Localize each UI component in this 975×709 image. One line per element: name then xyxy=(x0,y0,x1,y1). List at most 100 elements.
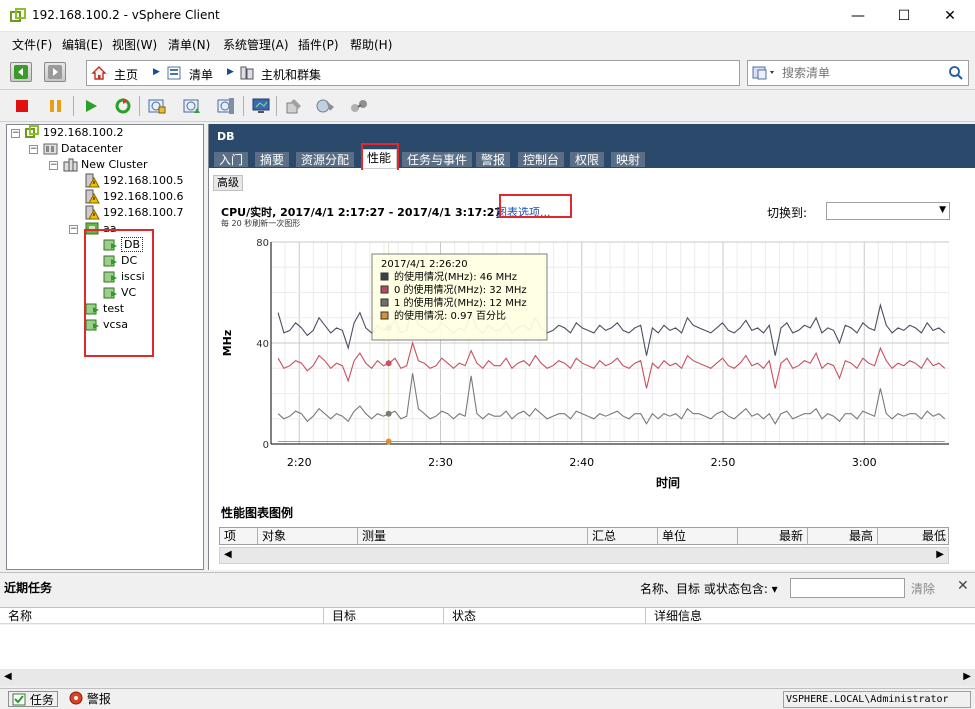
tab-summary[interactable]: 摘要 xyxy=(254,151,291,168)
tasks-toggle-button[interactable]: 任务 xyxy=(8,691,58,707)
alarms-toggle-label: 警报 xyxy=(86,692,111,706)
close-tasks-icon[interactable]: ✕ xyxy=(957,578,969,594)
tooltip-swatch xyxy=(380,285,389,294)
tree-collapse-toggle[interactable]: − xyxy=(11,129,20,138)
power-on-button[interactable] xyxy=(79,94,103,118)
menu-edit[interactable]: 编辑(E) xyxy=(62,36,103,53)
tree-collapse-toggle[interactable]: − xyxy=(49,161,58,170)
menu-administration[interactable]: 系统管理(A) xyxy=(223,36,289,53)
tooltip-line: 的使用情况: 0.97 百分比 xyxy=(394,309,506,322)
recent-tasks-title: 近期任务 xyxy=(4,581,53,595)
breadcrumb-separator-icon: ▶ xyxy=(227,67,234,77)
task-col-name[interactable]: 名称 xyxy=(0,608,324,624)
revert-snapshot-button[interactable] xyxy=(180,94,204,118)
y-axis-label: MHz xyxy=(221,330,234,357)
task-filter-label[interactable]: 名称、目标 或状态包含: ▾ xyxy=(640,580,778,597)
task-col-details[interactable]: 详细信息 xyxy=(646,608,975,624)
tab-getting-started[interactable]: 入门 xyxy=(213,151,250,168)
snapshot-icon xyxy=(148,99,166,114)
toolbar-separator xyxy=(139,96,140,116)
scroll-left-icon[interactable]: ◀ xyxy=(224,549,232,560)
maximize-button[interactable]: ☐ xyxy=(881,0,927,32)
search-scope-icon[interactable] xyxy=(752,65,778,81)
task-col-status[interactable]: 状态 xyxy=(444,608,646,624)
tree-node-cluster[interactable]: New Cluster xyxy=(63,157,148,173)
tree-node-host[interactable]: 192.168.100.7 xyxy=(85,205,183,221)
menu-plugins[interactable]: 插件(P) xyxy=(298,36,339,53)
power-off-button[interactable] xyxy=(10,94,34,118)
tasks-horizontal-scrollbar[interactable]: ◀ ▶ xyxy=(0,669,975,686)
legend-title: 性能图表图例 xyxy=(221,506,294,520)
edit-settings-button[interactable] xyxy=(282,94,306,118)
tree-node-host[interactable]: 192.168.100.5 xyxy=(85,173,183,189)
suspend-button[interactable] xyxy=(44,94,68,118)
tab-console[interactable]: 控制台 xyxy=(517,151,566,168)
legend-col-measurement[interactable]: 测量 xyxy=(358,528,588,545)
clone-button[interactable] xyxy=(347,94,371,118)
menu-view[interactable]: 视图(W) xyxy=(112,36,157,53)
tooltip-swatch xyxy=(380,272,389,281)
legend-col-latest[interactable]: 最新 xyxy=(738,528,808,545)
x-tick-label: 3:00 xyxy=(852,456,877,469)
menu-help[interactable]: 帮助(H) xyxy=(350,36,392,53)
hover-marker-2 xyxy=(385,410,392,417)
inventory-tree: − 192.168.100.2 − Datacenter − New Clust… xyxy=(6,124,204,570)
search-input[interactable] xyxy=(782,63,942,83)
scroll-right-icon[interactable]: ▶ xyxy=(963,671,971,682)
snapshot-manager-button[interactable] xyxy=(214,94,238,118)
tab-resource-allocation[interactable]: 资源分配 xyxy=(295,151,356,168)
object-details-pane: DB 入门 摘要 资源分配 性能 任务与事件 警报 控制台 权限 映射 高级 C… xyxy=(208,124,975,570)
back-button[interactable] xyxy=(10,62,32,82)
subtab-advanced[interactable]: 高级 xyxy=(213,175,243,191)
switch-to-label: 切换到: xyxy=(767,206,808,220)
forward-button[interactable] xyxy=(44,62,66,82)
tab-maps[interactable]: 映射 xyxy=(610,151,647,168)
breadcrumb-inventory[interactable]: 清单 xyxy=(189,66,213,83)
alarm-icon xyxy=(69,691,83,705)
legend-col-max[interactable]: 最高 xyxy=(808,528,878,545)
tree-node-host[interactable]: 192.168.100.6 xyxy=(85,189,183,205)
legend-col-rollup[interactable]: 汇总 xyxy=(588,528,658,545)
legend-col-min[interactable]: 最低 xyxy=(878,528,950,545)
legend-col-units[interactable]: 单位 xyxy=(658,528,738,545)
performance-chart[interactable]: 0 40 80 2:20 2:30 2:40 2:50 3:00 MHz 时间 2017/4/1 2… xyxy=(209,234,949,499)
task-col-target[interactable]: 目标 xyxy=(324,608,444,624)
task-filter-input[interactable] xyxy=(790,578,905,598)
tasks-toggle-label: 任务 xyxy=(29,693,54,707)
menu-inventory[interactable]: 清单(N) xyxy=(168,36,210,53)
alarms-toggle-button[interactable]: 警报 xyxy=(66,691,114,707)
hosts-clusters-icon xyxy=(240,66,254,80)
tab-permissions[interactable]: 权限 xyxy=(569,151,606,168)
breadcrumb-home[interactable]: 主页 xyxy=(114,66,138,83)
tooltip-swatch xyxy=(380,311,389,320)
tab-tasks-events[interactable]: 任务与事件 xyxy=(401,151,474,168)
search-icon[interactable] xyxy=(948,65,964,81)
y-tick-label: 40 xyxy=(256,339,269,350)
tree-node-vcenter[interactable]: 192.168.100.2 xyxy=(25,125,123,141)
reset-button[interactable] xyxy=(111,94,135,118)
clear-filter-button[interactable]: 清除 xyxy=(911,580,935,597)
migrate-button[interactable] xyxy=(314,94,338,118)
tooltip-line: 1 的使用情况(MHz): 12 MHz xyxy=(394,296,527,309)
console-button[interactable] xyxy=(249,94,273,118)
legend-col-item[interactable]: 项 xyxy=(220,528,258,545)
stop-icon xyxy=(16,100,28,112)
tab-alarms[interactable]: 警报 xyxy=(475,151,512,168)
x-tick-label: 2:30 xyxy=(428,456,453,469)
tree-collapse-toggle[interactable]: − xyxy=(29,145,38,154)
switch-to-dropdown[interactable]: ▼ xyxy=(826,202,950,220)
legend-horizontal-scrollbar[interactable]: ◀ ▶ xyxy=(219,547,949,564)
task-table-header: 名称 目标 状态 详细信息 xyxy=(0,607,975,624)
minimize-button[interactable]: — xyxy=(835,0,881,32)
scroll-right-icon[interactable]: ▶ xyxy=(936,549,944,560)
tree-node-label: 192.168.100.7 xyxy=(103,206,184,219)
scroll-left-icon[interactable]: ◀ xyxy=(4,671,12,682)
snapshot-button[interactable] xyxy=(145,94,169,118)
close-window-button[interactable]: ✕ xyxy=(927,0,973,32)
tree-node-datacenter[interactable]: Datacenter xyxy=(43,141,123,157)
legend-table-header: 项 对象 测量 汇总 单位 最新 最高 最低 xyxy=(219,527,949,545)
breadcrumb-hosts-clusters[interactable]: 主机和群集 xyxy=(261,66,321,83)
tree-collapse-toggle[interactable]: − xyxy=(69,225,78,234)
legend-col-object[interactable]: 对象 xyxy=(258,528,358,545)
menu-file[interactable]: 文件(F) xyxy=(12,36,52,53)
